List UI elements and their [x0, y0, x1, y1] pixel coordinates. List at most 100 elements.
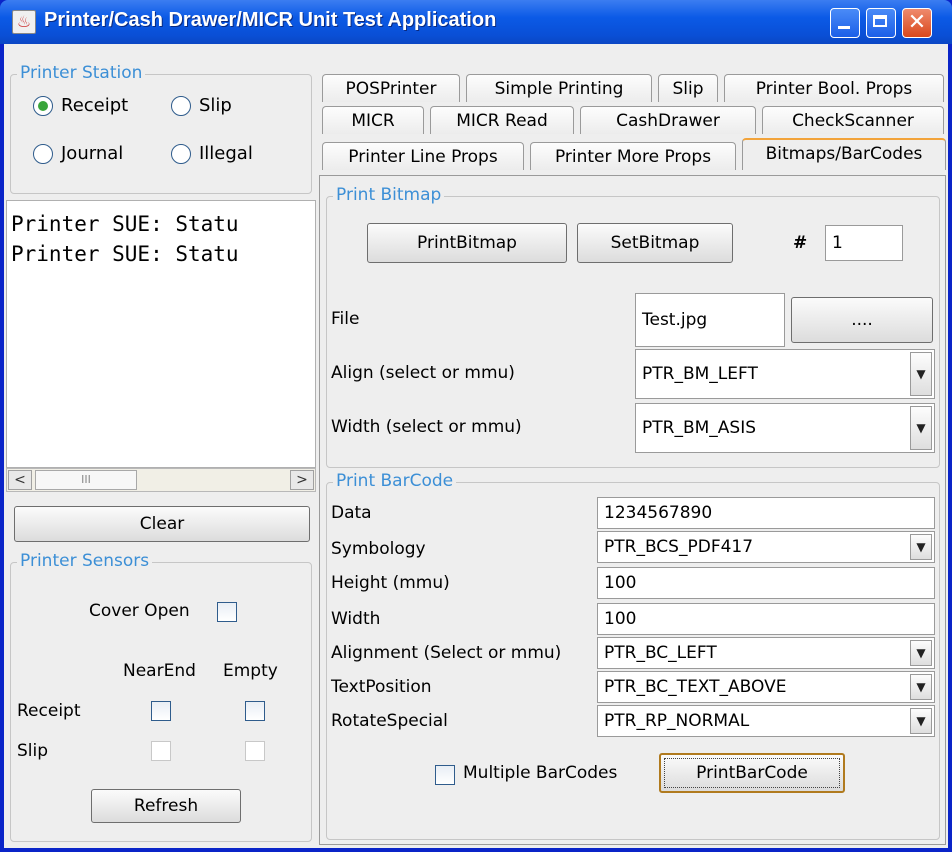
tab-bitmaps-barcodes[interactable]: Bitmaps/BarCodes — [742, 138, 946, 170]
radio-journal[interactable]: Journal — [33, 143, 123, 164]
alignment-label: Alignment (Select or mmu) — [331, 643, 562, 663]
rotatespecial-combo-value: PTR_RP_NORMAL — [604, 711, 750, 731]
set-bitmap-button[interactable]: SetBitmap — [577, 223, 733, 263]
symbology-combo[interactable]: PTR_BCS_PDF417 ▼ — [597, 531, 935, 563]
textposition-label: TextPosition — [331, 677, 432, 697]
print-bitmap-button[interactable]: PrintBitmap — [367, 223, 567, 263]
receipt-sensor-label: Receipt — [17, 701, 81, 721]
tab-printer-bool-props[interactable]: Printer Bool. Props — [724, 74, 944, 102]
window-title: Printer/Cash Drawer/MICR Unit Test Appli… — [44, 9, 497, 31]
chevron-down-icon[interactable]: ▼ — [910, 674, 932, 700]
print-barcode-title: Print BarCode — [333, 471, 457, 491]
log-horizontal-scrollbar[interactable]: < III > — [6, 468, 316, 492]
file-input[interactable]: Test.jpg — [635, 293, 785, 347]
tab-simple-printing[interactable]: Simple Printing — [466, 74, 652, 102]
align-label: Align (select or mmu) — [331, 363, 515, 383]
chevron-down-icon[interactable]: ▼ — [910, 708, 932, 734]
tab-printer-line-props[interactable]: Printer Line Props — [322, 142, 524, 170]
chevron-down-icon[interactable]: ▼ — [910, 406, 932, 450]
minimize-button[interactable] — [830, 8, 860, 38]
cover-open-label: Cover Open — [89, 601, 190, 621]
close-icon: ✕ — [907, 10, 927, 35]
tab-slip[interactable]: Slip — [658, 74, 718, 102]
radio-illegal[interactable]: Illegal — [171, 143, 253, 164]
printer-sensors-group: Printer Sensors Cover Open NearEnd Empty… — [10, 551, 312, 842]
receipt-near-end-checkbox[interactable] — [151, 701, 171, 721]
alignment-combo[interactable]: PTR_BC_LEFT ▼ — [597, 637, 935, 669]
bitmap-number-input[interactable]: 1 — [825, 225, 903, 261]
multiple-barcodes-label: Multiple BarCodes — [463, 763, 618, 783]
cover-open-checkbox[interactable] — [217, 602, 237, 622]
align-combo[interactable]: PTR_BM_LEFT ▼ — [635, 349, 935, 399]
symbology-combo-value: PTR_BCS_PDF417 — [604, 537, 754, 557]
tab-micr-read[interactable]: MICR Read — [430, 106, 574, 134]
close-button[interactable]: ✕ — [902, 8, 932, 38]
browse-file-button[interactable]: .... — [791, 297, 933, 343]
barcode-data-input[interactable]: 1234567890 — [597, 497, 935, 529]
bitmaps-barcodes-panel: Print Bitmap PrintBitmap SetBitmap # 1 F… — [319, 175, 946, 845]
barcode-width-label: Width — [331, 609, 381, 629]
print-bitmap-group: Print Bitmap PrintBitmap SetBitmap # 1 F… — [326, 185, 940, 468]
minimize-icon — [838, 26, 850, 29]
chevron-down-icon[interactable]: ▼ — [910, 640, 932, 666]
scroll-right-button[interactable]: > — [290, 470, 314, 490]
clear-button[interactable]: Clear — [14, 506, 310, 542]
tab-micr[interactable]: MICR — [322, 106, 424, 134]
printer-sensors-title: Printer Sensors — [17, 551, 153, 571]
alignment-combo-value: PTR_BC_LEFT — [604, 643, 717, 663]
radio-journal-indicator — [33, 143, 53, 164]
tab-cashdrawer[interactable]: CashDrawer — [580, 106, 756, 134]
symbology-label: Symbology — [331, 539, 426, 559]
print-barcode-group: Print BarCode Data 1234567890 Symbology … — [326, 471, 940, 840]
radio-illegal-indicator — [171, 143, 191, 164]
tab-posprinter[interactable]: POSPrinter — [322, 74, 460, 102]
radio-slip[interactable]: Slip — [171, 95, 232, 116]
refresh-button[interactable]: Refresh — [91, 789, 241, 823]
align-combo-value: PTR_BM_LEFT — [642, 364, 758, 384]
receipt-empty-checkbox[interactable] — [245, 701, 265, 721]
radio-slip-indicator — [171, 95, 191, 116]
log-line: Printer SUE: Statu — [11, 212, 239, 236]
radio-slip-label: Slip — [199, 95, 232, 116]
print-barcode-button[interactable]: PrintBarCode — [659, 753, 845, 793]
radio-receipt-indicator — [33, 95, 53, 116]
scroll-left-button[interactable]: < — [8, 470, 32, 490]
log-output[interactable]: Printer SUE: Statu Printer SUE: Statu — [6, 200, 316, 468]
slip-near-end-checkbox — [151, 741, 171, 761]
width-combo-value: PTR_BM_ASIS — [642, 418, 757, 438]
barcode-height-input[interactable]: 100 — [597, 567, 935, 599]
radio-receipt-label: Receipt — [61, 95, 129, 116]
printer-station-group: Printer Station Receipt Slip Journal Ill… — [10, 63, 312, 194]
chevron-down-icon[interactable]: ▼ — [910, 352, 932, 396]
data-label: Data — [331, 503, 372, 523]
application-window: ♨ Printer/Cash Drawer/MICR Unit Test App… — [0, 0, 952, 852]
textposition-combo-value: PTR_BC_TEXT_ABOVE — [604, 677, 787, 697]
maximize-button[interactable] — [866, 8, 896, 38]
width-combo[interactable]: PTR_BM_ASIS ▼ — [635, 403, 935, 453]
near-end-label: NearEnd — [123, 661, 196, 681]
radio-journal-label: Journal — [61, 143, 124, 164]
slip-empty-checkbox — [245, 741, 265, 761]
width-label: Width (select or mmu) — [331, 417, 522, 437]
printer-station-title: Printer Station — [17, 63, 146, 83]
slip-sensor-label: Slip — [17, 741, 49, 761]
textposition-combo[interactable]: PTR_BC_TEXT_ABOVE ▼ — [597, 671, 935, 703]
print-bitmap-title: Print Bitmap — [333, 185, 445, 205]
height-label: Height (mmu) — [331, 573, 450, 593]
empty-label: Empty — [223, 661, 278, 681]
content-pane: Printer Station Receipt Slip Journal Ill… — [4, 44, 948, 848]
scroll-thumb[interactable]: III — [35, 470, 137, 490]
radio-illegal-label: Illegal — [199, 143, 253, 164]
multiple-barcodes-checkbox[interactable] — [435, 765, 455, 785]
maximize-icon — [873, 15, 887, 27]
tab-printer-more-props[interactable]: Printer More Props — [530, 142, 736, 170]
tab-checkscanner[interactable]: CheckScanner — [762, 106, 944, 134]
java-app-icon: ♨ — [12, 10, 36, 34]
radio-receipt[interactable]: Receipt — [33, 95, 128, 116]
file-label: File — [331, 309, 360, 329]
bitmap-number-label: # — [793, 233, 808, 253]
chevron-down-icon[interactable]: ▼ — [910, 534, 932, 560]
rotatespecial-combo[interactable]: PTR_RP_NORMAL ▼ — [597, 705, 935, 737]
barcode-width-input[interactable]: 100 — [597, 603, 935, 635]
title-bar[interactable]: ♨ Printer/Cash Drawer/MICR Unit Test App… — [0, 0, 952, 44]
